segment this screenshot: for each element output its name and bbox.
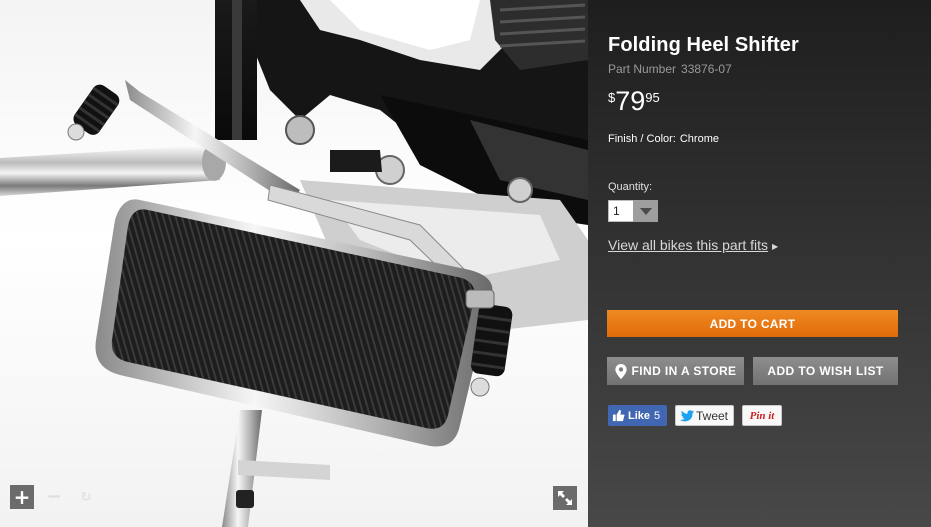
- facebook-thumb-icon: [612, 409, 625, 422]
- facebook-like-count: 5: [654, 409, 661, 422]
- minus-icon: −: [46, 486, 62, 507]
- chevron-down-icon: [633, 200, 658, 222]
- quantity-select[interactable]: 1: [608, 200, 658, 222]
- caret-right-icon: ▶: [772, 241, 779, 251]
- zoom-in-button[interactable]: +: [10, 485, 34, 509]
- product-title: Folding Heel Shifter: [608, 34, 799, 56]
- part-number-value: 33876-07: [681, 62, 732, 76]
- facebook-like-button[interactable]: Like 5: [608, 405, 667, 426]
- product-price: $7995: [608, 86, 660, 117]
- reset-icon: ↻: [80, 489, 92, 505]
- quantity-label: Quantity:: [608, 181, 653, 193]
- price-currency: $: [608, 90, 616, 105]
- quantity-value: 1: [608, 200, 633, 222]
- product-image-viewer[interactable]: + − ↻: [0, 0, 588, 527]
- add-to-wish-list-button[interactable]: ADD TO WISH LIST: [753, 357, 898, 385]
- tweet-button[interactable]: Tweet: [675, 405, 734, 426]
- map-pin-icon: [614, 363, 627, 379]
- zoom-out-button[interactable]: −: [42, 485, 66, 509]
- pinterest-pin-button[interactable]: Pin it: [742, 405, 782, 426]
- find-in-store-label: FIND IN A STORE: [631, 364, 737, 378]
- view-fitment-label: View all bikes this part fits: [608, 237, 769, 253]
- facebook-like-label: Like: [628, 409, 651, 422]
- view-fitment-link[interactable]: View all bikes this part fits ▶: [608, 237, 778, 253]
- reset-zoom-button[interactable]: ↻: [74, 485, 98, 509]
- tweet-label: Tweet: [696, 408, 729, 423]
- plus-icon: +: [13, 485, 31, 509]
- finish-value: Chrome: [679, 133, 719, 145]
- find-in-store-button[interactable]: FIND IN A STORE: [607, 357, 744, 385]
- finish-color: Finish / Color: Chrome: [608, 133, 719, 145]
- add-to-cart-button[interactable]: ADD TO CART: [607, 310, 898, 337]
- product-details-panel: Folding Heel Shifter Part Number 33876-07…: [588, 0, 931, 527]
- product-photo: [0, 0, 588, 527]
- part-number-label: Part Number: [608, 62, 677, 76]
- fullscreen-button[interactable]: [553, 486, 577, 510]
- fullscreen-icon: [558, 491, 572, 505]
- price-dollars: 79: [615, 86, 646, 116]
- finish-label: Finish / Color:: [608, 133, 676, 145]
- zoom-controls: + − ↻: [10, 485, 98, 509]
- social-share-bar: Like 5 Tweet Pin it: [608, 405, 782, 426]
- twitter-bird-icon: [680, 409, 694, 421]
- price-cents: 95: [645, 90, 660, 105]
- part-number: Part Number 33876-07: [608, 62, 732, 76]
